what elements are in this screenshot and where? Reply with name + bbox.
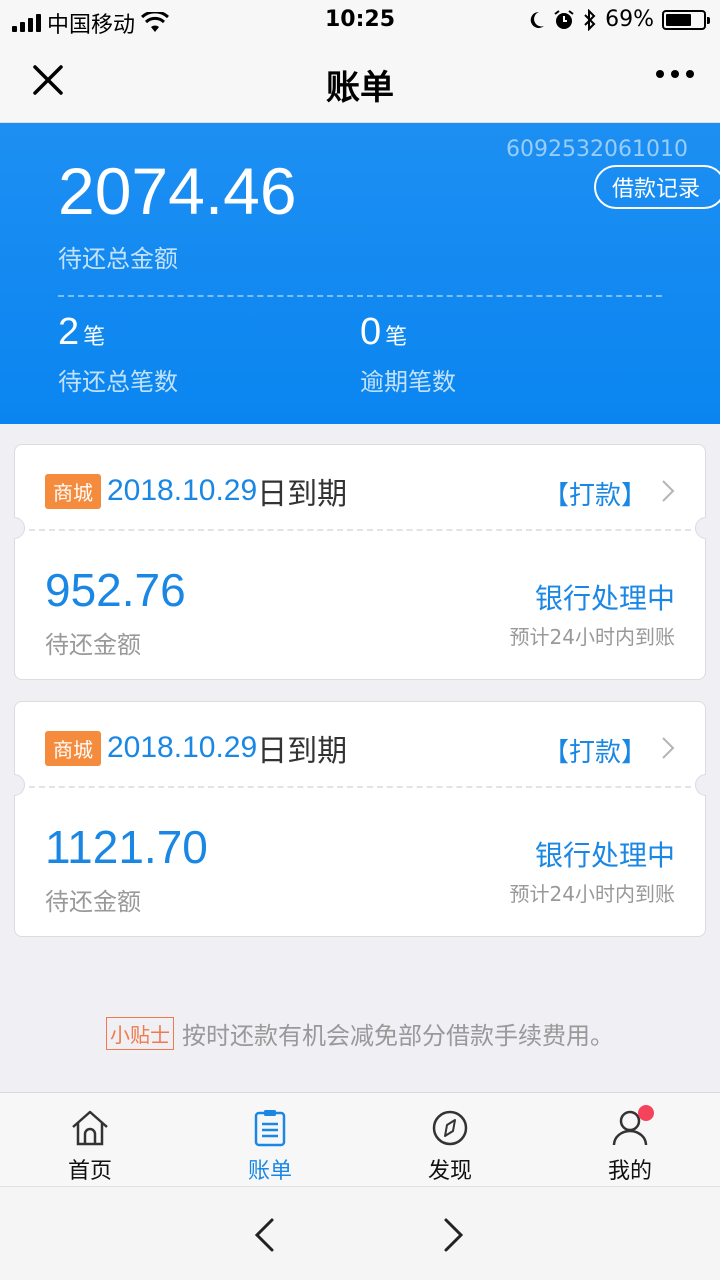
bill-card[interactable]: 商城 2018.10.29 日到期 【打款】 952.76 待还金额 银行处理中 … — [14, 444, 706, 680]
chevron-right-icon[interactable] — [661, 479, 675, 503]
pending-count: 2 — [58, 311, 80, 353]
back-icon[interactable] — [252, 1217, 276, 1253]
pay-link[interactable]: 【打款】 — [543, 475, 647, 512]
nav-bar: 账单 — [0, 40, 720, 123]
bill-status: 银行处理中 — [534, 839, 675, 872]
home-icon — [72, 1110, 108, 1146]
mall-tag: 商城 — [45, 473, 101, 509]
tip-text: 按时还款有机会减免部分借款手续费用。 — [182, 1022, 614, 1050]
pending-count-block: 2笔 待还总笔数 — [58, 311, 178, 397]
bill-amount: 952.76 — [45, 564, 186, 616]
tab-label: 首页 — [67, 1159, 112, 1184]
account-number: 6092532061010 — [506, 137, 688, 162]
bill-card[interactable]: 商城 2018.10.29 日到期 【打款】 1121.70 待还金额 银行处理中… — [14, 701, 706, 937]
moon-icon — [530, 11, 545, 28]
chevron-right-icon[interactable] — [661, 736, 675, 760]
bill-divider — [29, 529, 691, 531]
overdue-count-label: 逾期笔数 — [360, 368, 456, 396]
forward-icon[interactable] — [442, 1217, 466, 1253]
battery-icon — [662, 9, 710, 30]
tab-home[interactable]: 首页 — [0, 1093, 180, 1186]
battery-percent: 69% — [605, 7, 654, 32]
pending-count-label: 待还总笔数 — [58, 368, 178, 396]
status-right: 69% — [527, 7, 710, 32]
total-amount: 2074.46 — [58, 154, 297, 228]
bill-divider — [29, 786, 691, 788]
due-date: 2018.10.29 — [107, 474, 258, 507]
due-suffix: 日到期 — [257, 477, 348, 512]
bill-note: 预计24小时内到账 — [509, 882, 675, 906]
tab-label: 我的 — [607, 1159, 652, 1184]
overdue-unit: 笔 — [385, 325, 408, 350]
bill-header: 商城 2018.10.29 日到期 — [45, 469, 347, 513]
tab-mine[interactable]: 我的 — [540, 1093, 720, 1186]
more-icon[interactable] — [656, 70, 694, 78]
tab-bar: 首页 账单 发现 我的 — [0, 1092, 720, 1186]
tab-label: 账单 — [247, 1159, 292, 1184]
compass-icon — [432, 1110, 468, 1146]
tip-tag: 小贴士 — [106, 1017, 174, 1050]
bill-status: 银行处理中 — [534, 582, 675, 615]
overdue-count-block: 0笔 逾期笔数 — [360, 311, 456, 397]
summary-divider — [58, 295, 662, 297]
due-suffix: 日到期 — [257, 734, 348, 769]
tab-label: 发现 — [427, 1159, 472, 1184]
summary-header: 6092532061010 借款记录 2074.46 待还总金额 2笔 待还总笔… — [0, 123, 720, 424]
bill-amount-label: 待还金额 — [45, 888, 141, 916]
overdue-count: 0 — [360, 311, 382, 353]
tab-bill[interactable]: 账单 — [180, 1093, 360, 1186]
browser-bar — [0, 1186, 720, 1280]
bill-amount-label: 待还金额 — [45, 631, 141, 659]
status-bar: 中国移动 10:25 69% — [0, 0, 720, 40]
tab-discover[interactable]: 发现 — [360, 1093, 540, 1186]
bill-header: 商城 2018.10.29 日到期 — [45, 726, 347, 770]
tip: 小贴士 按时还款有机会减免部分借款手续费用。 — [0, 1016, 720, 1051]
notification-dot — [638, 1105, 654, 1121]
total-amount-label: 待还总金额 — [58, 245, 178, 273]
bluetooth-icon — [584, 8, 596, 31]
bill-note: 预计24小时内到账 — [509, 625, 675, 649]
bill-icon — [254, 1110, 286, 1147]
pending-unit: 笔 — [83, 325, 106, 350]
page-title: 账单 — [326, 68, 394, 108]
battery-fill — [666, 13, 691, 26]
pay-link[interactable]: 【打款】 — [543, 732, 647, 769]
alarm-icon — [554, 9, 574, 29]
bill-amount: 1121.70 — [45, 821, 208, 873]
loan-record-button[interactable]: 借款记录 — [593, 165, 720, 209]
due-date: 2018.10.29 — [107, 731, 258, 764]
mall-tag: 商城 — [45, 730, 101, 766]
